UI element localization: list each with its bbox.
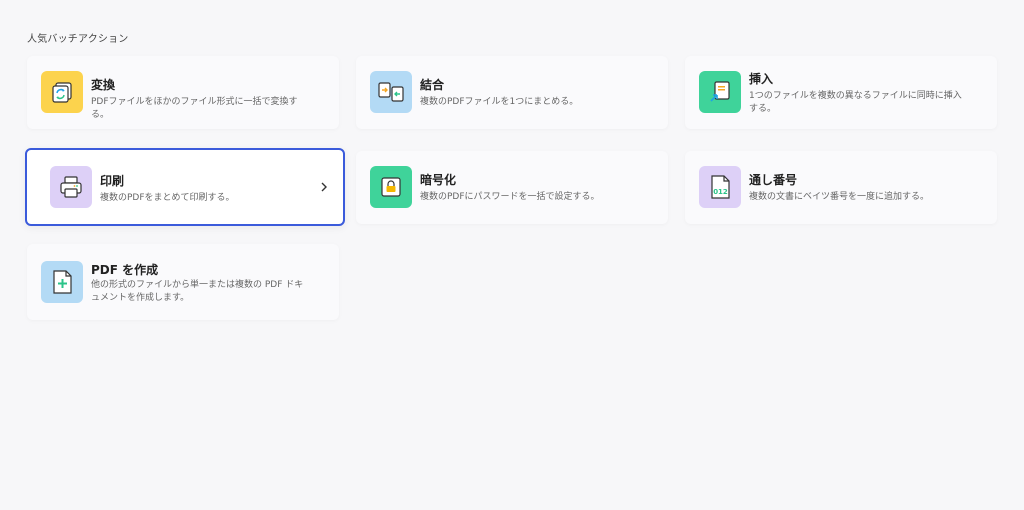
card-merge[interactable]: 結合 複数のPDFファイルを1つにまとめる。: [356, 56, 668, 129]
bates-icon-text: 012: [713, 188, 728, 196]
card-description: 複数のPDFにパスワードを一括で設定する。: [420, 192, 600, 202]
card-title: 変換: [91, 78, 116, 92]
card-description: 複数のPDFをまとめて印刷する。: [100, 193, 235, 203]
card-title: 暗号化: [420, 173, 457, 187]
card-create-pdf[interactable]: PDF を作成 他の形式のファイルから単一または複数の PDF ドキュメントを作…: [27, 244, 339, 320]
card-description: 他の形式のファイルから単一または複数の PDF ドキュメントを作成します。: [91, 280, 304, 303]
card-title: PDF を作成: [91, 263, 159, 277]
card-description: 1つのファイルを複数の異なるファイルに同時に挿入する。: [749, 91, 962, 114]
card-title: 挿入: [749, 72, 774, 86]
card-title: 結合: [420, 78, 445, 92]
card-bates-number[interactable]: 012 通し番号 複数の文書にベイツ番号を一度に追加する。: [685, 151, 997, 224]
bates-number-icon: 012: [699, 166, 741, 208]
section-title: 人気バッチアクション: [27, 34, 129, 45]
card-title: 印刷: [100, 174, 125, 188]
card-insert[interactable]: 挿入 1つのファイルを複数の異なるファイルに同時に挿入する。: [685, 56, 997, 129]
merge-icon: [370, 71, 412, 113]
convert-icon: [41, 71, 83, 113]
lock-icon: [370, 166, 412, 208]
printer-icon: [50, 166, 92, 208]
card-title: 通し番号: [749, 173, 798, 187]
card-print[interactable]: 印刷 複数のPDFをまとめて印刷する。: [25, 148, 345, 226]
card-encrypt[interactable]: 暗号化 複数のPDFにパスワードを一括で設定する。: [356, 151, 668, 224]
card-description: PDFファイルをほかのファイル形式に一括で変換する。: [91, 97, 298, 120]
chevron-right-icon: [319, 180, 329, 194]
card-description: 複数の文書にベイツ番号を一度に追加する。: [749, 192, 930, 202]
card-description: 複数のPDFファイルを1つにまとめる。: [420, 97, 579, 107]
insert-icon: [699, 71, 741, 113]
create-pdf-icon: [41, 261, 83, 303]
card-convert[interactable]: 変換 PDFファイルをほかのファイル形式に一括で変換する。: [27, 56, 339, 129]
